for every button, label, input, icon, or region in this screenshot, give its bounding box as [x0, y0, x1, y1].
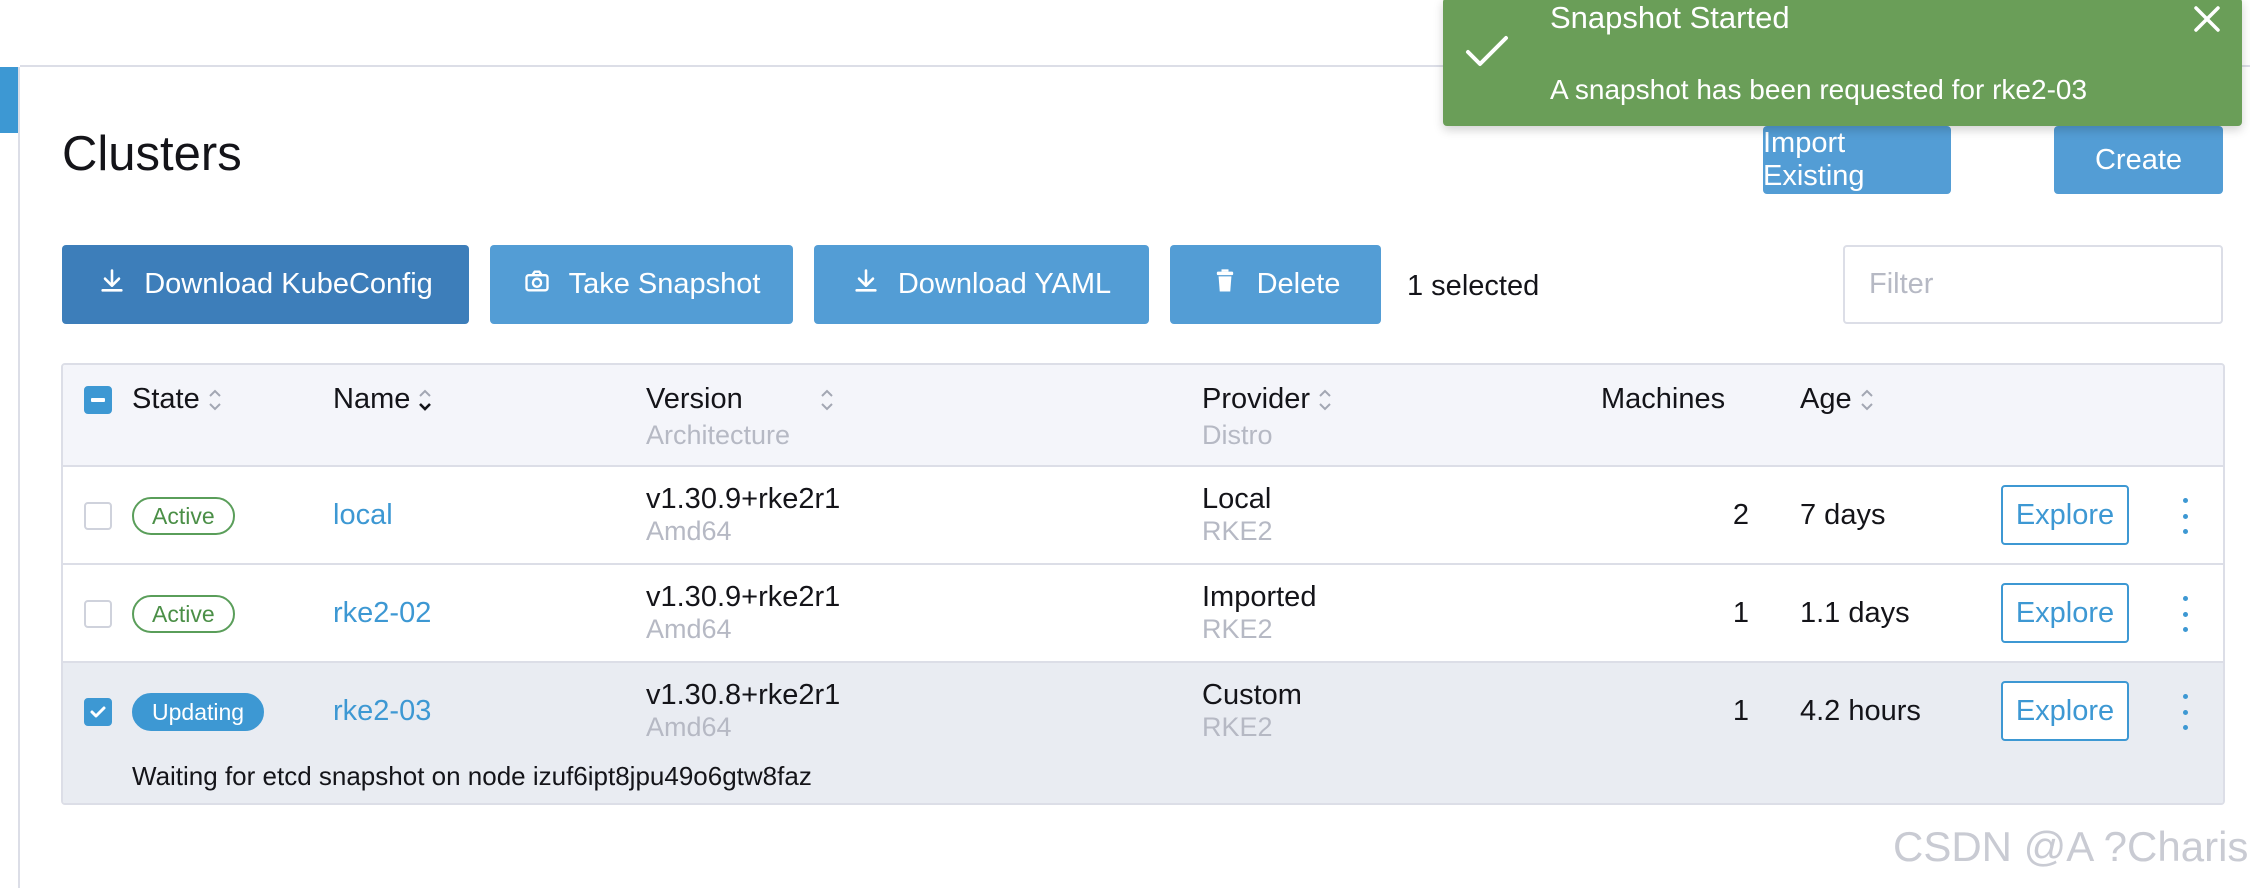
side-nav-border: [0, 67, 20, 888]
cluster-version: v1.30.8+rke2r1: [646, 679, 841, 711]
take-snapshot-label: Take Snapshot: [568, 268, 761, 300]
row-status-message: Waiting for etcd snapshot on node izuf6i…: [132, 761, 812, 791]
column-header-machines: Machines: [1601, 383, 1725, 416]
cluster-name-link[interactable]: local: [333, 499, 393, 532]
cluster-provider: Imported: [1202, 581, 1317, 613]
close-icon[interactable]: [2190, 2, 2224, 36]
delete-button[interactable]: Delete: [1170, 245, 1381, 324]
download-kubeconfig-button[interactable]: Download KubeConfig: [62, 245, 469, 324]
sort-icon: [1858, 385, 1876, 415]
select-all-checkbox[interactable]: [84, 386, 112, 414]
check-icon: [90, 706, 106, 718]
import-existing-button[interactable]: Import Existing: [1763, 126, 1951, 194]
cluster-machines: 1: [1732, 695, 1749, 727]
row-checkbox[interactable]: [84, 600, 112, 628]
column-header-provider[interactable]: Provider: [1202, 383, 1334, 416]
column-header-version[interactable]: Version: [646, 383, 836, 416]
cluster-age: 1.1 days: [1800, 597, 1910, 629]
cluster-age: 4.2 hours: [1800, 695, 1921, 727]
cluster-distro: RKE2: [1202, 614, 1273, 644]
more-actions-icon[interactable]: [2175, 694, 2195, 730]
sort-icon: [206, 385, 224, 415]
cluster-age: 7 days: [1800, 499, 1886, 531]
clusters-table: State Name Version Architecture Provider…: [61, 363, 2225, 805]
column-age-label: Age: [1800, 383, 1852, 415]
toast-notification: Snapshot Started A snapshot has been req…: [1443, 0, 2242, 126]
explore-button[interactable]: Explore: [2001, 681, 2129, 741]
sort-icon: [818, 385, 836, 415]
selected-count: 1 selected: [1407, 270, 1540, 302]
cluster-architecture: Amd64: [646, 712, 732, 742]
watermark: CSDN @A ?Charis: [1893, 823, 2249, 870]
table-row[interactable]: Active rke2-02 v1.30.9+rke2r1 Amd64 Impo…: [63, 565, 2223, 663]
camera-icon: [523, 267, 551, 303]
cluster-provider: Local: [1202, 483, 1272, 515]
import-existing-label: Import Existing: [1763, 127, 1865, 192]
column-name-label: Name: [333, 383, 411, 415]
cluster-machines: 2: [1732, 499, 1749, 531]
cluster-provider: Custom: [1202, 679, 1302, 711]
column-provider-label: Provider: [1202, 383, 1310, 415]
explore-button[interactable]: Explore: [2001, 583, 2129, 643]
sort-icon: [1316, 385, 1334, 415]
column-header-age[interactable]: Age: [1800, 383, 1876, 416]
create-label: Create: [2094, 143, 2183, 176]
column-distro-label: Distro: [1202, 420, 1273, 450]
column-header-state[interactable]: State: [132, 383, 224, 416]
column-machines-label: Machines: [1601, 383, 1726, 415]
download-icon: [852, 267, 880, 303]
cluster-version: v1.30.9+rke2r1: [646, 581, 841, 613]
create-button[interactable]: Create: [2054, 126, 2223, 194]
status-badge: Updating: [132, 693, 265, 731]
row-checkbox[interactable]: [84, 502, 112, 530]
status-badge: Active: [132, 595, 235, 633]
side-nav-active-indicator: [0, 67, 18, 133]
cluster-architecture: Amd64: [646, 614, 732, 644]
download-icon: [98, 267, 126, 303]
toast-title: Snapshot Started: [1550, 0, 1790, 35]
explore-button[interactable]: Explore: [2001, 485, 2129, 545]
more-actions-icon[interactable]: [2175, 596, 2195, 632]
trash-icon: [1211, 267, 1239, 303]
download-yaml-label: Download YAML: [897, 268, 1112, 300]
cluster-architecture: Amd64: [646, 516, 732, 546]
column-architecture-label: Architecture: [646, 420, 791, 450]
download-kubeconfig-label: Download KubeConfig: [144, 268, 433, 300]
download-yaml-button[interactable]: Download YAML: [814, 245, 1149, 324]
cluster-name-link[interactable]: rke2-02: [333, 597, 431, 630]
cluster-machines: 1: [1732, 597, 1749, 629]
table-header: State Name Version Architecture Provider…: [63, 365, 2223, 467]
cluster-distro: RKE2: [1202, 516, 1273, 546]
more-actions-icon[interactable]: [2175, 498, 2195, 534]
column-version-label: Version: [646, 383, 743, 415]
cluster-name-link[interactable]: rke2-03: [333, 695, 431, 728]
table-row[interactable]: Active local v1.30.9+rke2r1 Amd64 Local …: [63, 467, 2223, 565]
cluster-version: v1.30.9+rke2r1: [646, 483, 841, 515]
column-state-label: State: [132, 383, 200, 415]
column-header-name[interactable]: Name: [333, 383, 434, 416]
check-icon: [1466, 36, 1508, 66]
row-checkbox[interactable]: [84, 698, 112, 726]
sort-descending-icon: [416, 385, 434, 415]
status-badge: Active: [132, 497, 235, 535]
table-row-selected[interactable]: Updating rke2-03 v1.30.8+rke2r1 Amd64 Cu…: [63, 663, 2223, 803]
page-title: Clusters: [62, 127, 242, 181]
take-snapshot-button[interactable]: Take Snapshot: [490, 245, 793, 324]
filter-input[interactable]: [1843, 245, 2223, 324]
cluster-distro: RKE2: [1202, 712, 1273, 742]
toast-message: A snapshot has been requested for rke2-0…: [1550, 74, 2088, 105]
delete-label: Delete: [1256, 268, 1341, 300]
